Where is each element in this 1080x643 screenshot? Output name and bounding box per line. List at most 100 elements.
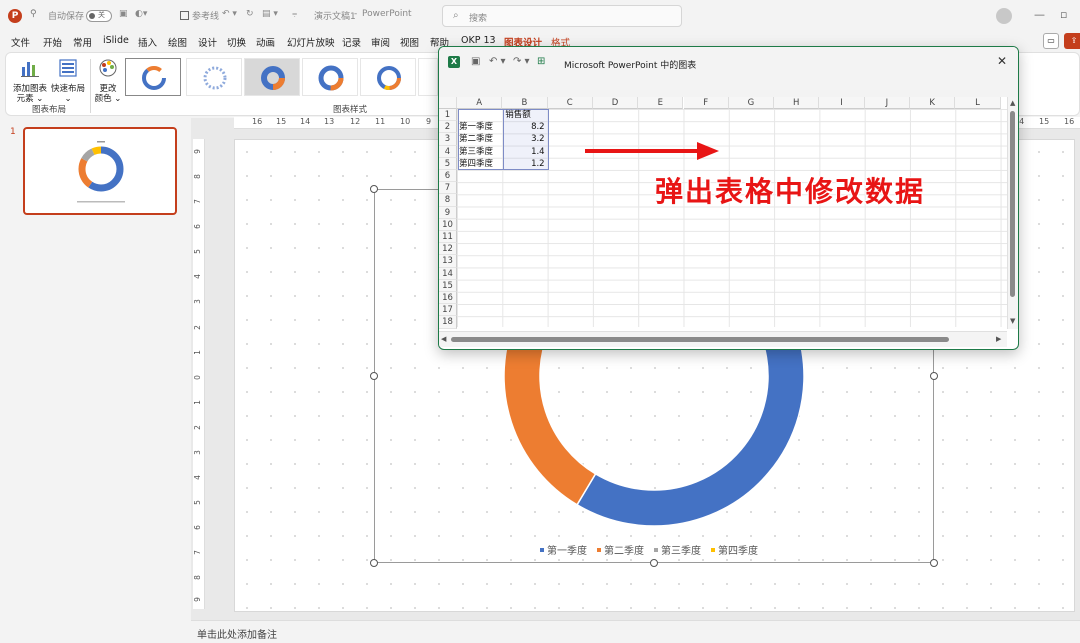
cell-value[interactable]: 1.2 <box>502 158 547 170</box>
scroll-down-icon[interactable]: ▼ <box>1010 317 1015 325</box>
scroll-right-icon[interactable]: ▶ <box>996 335 1001 343</box>
chart-style-4[interactable] <box>302 58 358 96</box>
chart-style-3[interactable] <box>244 58 300 96</box>
cell-b1[interactable]: 销售额 <box>505 109 531 121</box>
cell-value[interactable]: 8.2 <box>502 121 547 133</box>
autosave-toggle[interactable]: 关 <box>86 10 112 22</box>
column-header[interactable]: K <box>910 97 956 109</box>
tab-file[interactable]: 文件 <box>11 35 30 49</box>
resize-handle[interactable] <box>370 559 378 567</box>
vertical-scrollbar[interactable]: ▲ ▼ <box>1007 97 1018 329</box>
row-header[interactable]: 4 <box>439 145 457 158</box>
scroll-thumb[interactable] <box>451 337 949 342</box>
search-box[interactable]: ⌕ 搜索 <box>442 5 682 27</box>
row-header[interactable]: 17 <box>439 304 457 317</box>
row-header[interactable]: 1 <box>439 109 457 122</box>
share-icon[interactable]: ⇪ <box>1064 33 1080 49</box>
column-header[interactable]: C <box>547 97 593 109</box>
cell-category[interactable]: 第四季度 <box>459 158 493 170</box>
scroll-up-icon[interactable]: ▲ <box>1010 99 1015 107</box>
redo-icon[interactable]: ↷ ▾ <box>513 56 530 67</box>
close-icon[interactable]: ✕ <box>997 54 1007 68</box>
ref-checkbox[interactable] <box>180 11 189 20</box>
format-painter-icon[interactable]: ◐▾ <box>135 9 147 19</box>
row-header[interactable]: 14 <box>439 267 457 280</box>
row-header[interactable]: 12 <box>439 243 457 256</box>
column-header[interactable]: L <box>955 97 1001 109</box>
chart-style-6[interactable] <box>418 58 438 96</box>
spreadsheet-grid[interactable]: A B C D E F G H I J K L 1 2 3 4 5 6 7 8 9 10 11 12 13 14 15 16 17 18 销… <box>439 97 1007 329</box>
resize-handle[interactable] <box>370 372 378 380</box>
change-color-button[interactable]: 更改 颜色 ⌄ <box>94 57 122 104</box>
tab-insert[interactable]: 插入 <box>138 35 157 49</box>
resize-handle[interactable] <box>930 372 938 380</box>
chart-style-2[interactable] <box>186 58 242 96</box>
column-header[interactable]: I <box>819 97 865 109</box>
tab-record[interactable]: 记录 <box>342 35 361 49</box>
save-icon[interactable]: ▣ <box>471 56 480 67</box>
add-chart-element-button[interactable]: 添加图表 元素 ⌄ <box>13 57 47 104</box>
chart-style-1[interactable] <box>125 58 181 96</box>
cell-value[interactable]: 3.2 <box>502 133 547 145</box>
resize-handle[interactable] <box>930 559 938 567</box>
popup-titlebar[interactable]: X ▣ ↶ ▾ ↷ ▾ ⊞ Microsoft PowerPoint 中的图表 … <box>439 47 1018 97</box>
scroll-thumb[interactable] <box>1010 111 1015 297</box>
undo-icon[interactable]: ↶ ▾ <box>222 9 237 19</box>
horizontal-scrollbar[interactable]: ◀ ▶ <box>439 331 1007 347</box>
row-header[interactable]: 15 <box>439 279 457 292</box>
row-header[interactable]: 8 <box>439 194 457 207</box>
corner-cell[interactable] <box>439 97 457 109</box>
column-header[interactable]: A <box>457 97 503 109</box>
tab-draw[interactable]: 绘图 <box>168 35 187 49</box>
save-icon[interactable]: ▣ <box>119 9 128 19</box>
slide-thumbnail[interactable] <box>23 127 177 215</box>
column-header[interactable]: H <box>774 97 820 109</box>
column-header[interactable]: E <box>638 97 684 109</box>
tab-animations[interactable]: 动画 <box>256 35 275 49</box>
cell-category[interactable]: 第二季度 <box>459 133 493 145</box>
undo-icon[interactable]: ↶ ▾ <box>489 56 506 67</box>
tab-slideshow[interactable]: 幻灯片放映 <box>287 35 335 49</box>
resize-handle[interactable] <box>370 185 378 193</box>
search-input[interactable]: 搜索 <box>469 11 487 24</box>
edit-in-excel-icon[interactable]: ⊞ <box>537 56 545 67</box>
column-header[interactable]: F <box>683 97 729 109</box>
notes-bar[interactable]: 单击此处添加备注 <box>191 620 1080 643</box>
tab-common[interactable]: 常用 <box>73 35 92 49</box>
row-header[interactable]: 3 <box>439 133 457 146</box>
chart-legend[interactable]: 第一季度 第二季度 第三季度 第四季度 <box>540 542 758 557</box>
resize-handle[interactable] <box>650 559 658 567</box>
pin-icon[interactable]: ⚲ <box>30 9 37 19</box>
row-header[interactable]: 5 <box>439 157 457 170</box>
minimize-icon[interactable]: — <box>1034 8 1045 21</box>
row-header[interactable]: 10 <box>439 218 457 231</box>
comments-icon[interactable]: ▭ <box>1043 33 1059 49</box>
tab-design[interactable]: 设计 <box>198 35 217 49</box>
notes-placeholder[interactable]: 单击此处添加备注 <box>197 626 277 641</box>
redo-icon[interactable]: ↻ <box>246 9 254 19</box>
row-header[interactable]: 7 <box>439 182 457 195</box>
scroll-left-icon[interactable]: ◀ <box>441 335 446 343</box>
cell-category[interactable]: 第一季度 <box>459 121 493 133</box>
tab-review[interactable]: 审阅 <box>371 35 390 49</box>
tab-home[interactable]: 开始 <box>43 35 62 49</box>
cell-value[interactable]: 1.4 <box>502 146 547 158</box>
row-header[interactable]: 2 <box>439 121 457 134</box>
tab-okp[interactable]: OKP 13 <box>461 35 496 46</box>
tab-view[interactable]: 视图 <box>400 35 419 49</box>
column-header[interactable]: D <box>592 97 639 109</box>
column-header[interactable]: J <box>864 97 910 109</box>
customize-icon[interactable]: ⩦ <box>292 9 297 19</box>
quick-layout-button[interactable]: 快速布局 ⌄ <box>51 57 85 104</box>
avatar[interactable] <box>996 8 1012 24</box>
row-header[interactable]: 18 <box>439 316 457 329</box>
chart-style-5[interactable] <box>360 58 416 96</box>
cell-category[interactable]: 第三季度 <box>459 146 493 158</box>
row-header[interactable]: 6 <box>439 170 457 183</box>
tab-islide[interactable]: iSlide <box>103 35 129 46</box>
column-header[interactable]: B <box>502 97 548 109</box>
row-header[interactable]: 16 <box>439 292 457 305</box>
row-header[interactable]: 13 <box>439 255 457 268</box>
quick-access-icon[interactable]: ▤ ▾ <box>262 9 278 19</box>
row-header[interactable]: 9 <box>439 206 457 219</box>
